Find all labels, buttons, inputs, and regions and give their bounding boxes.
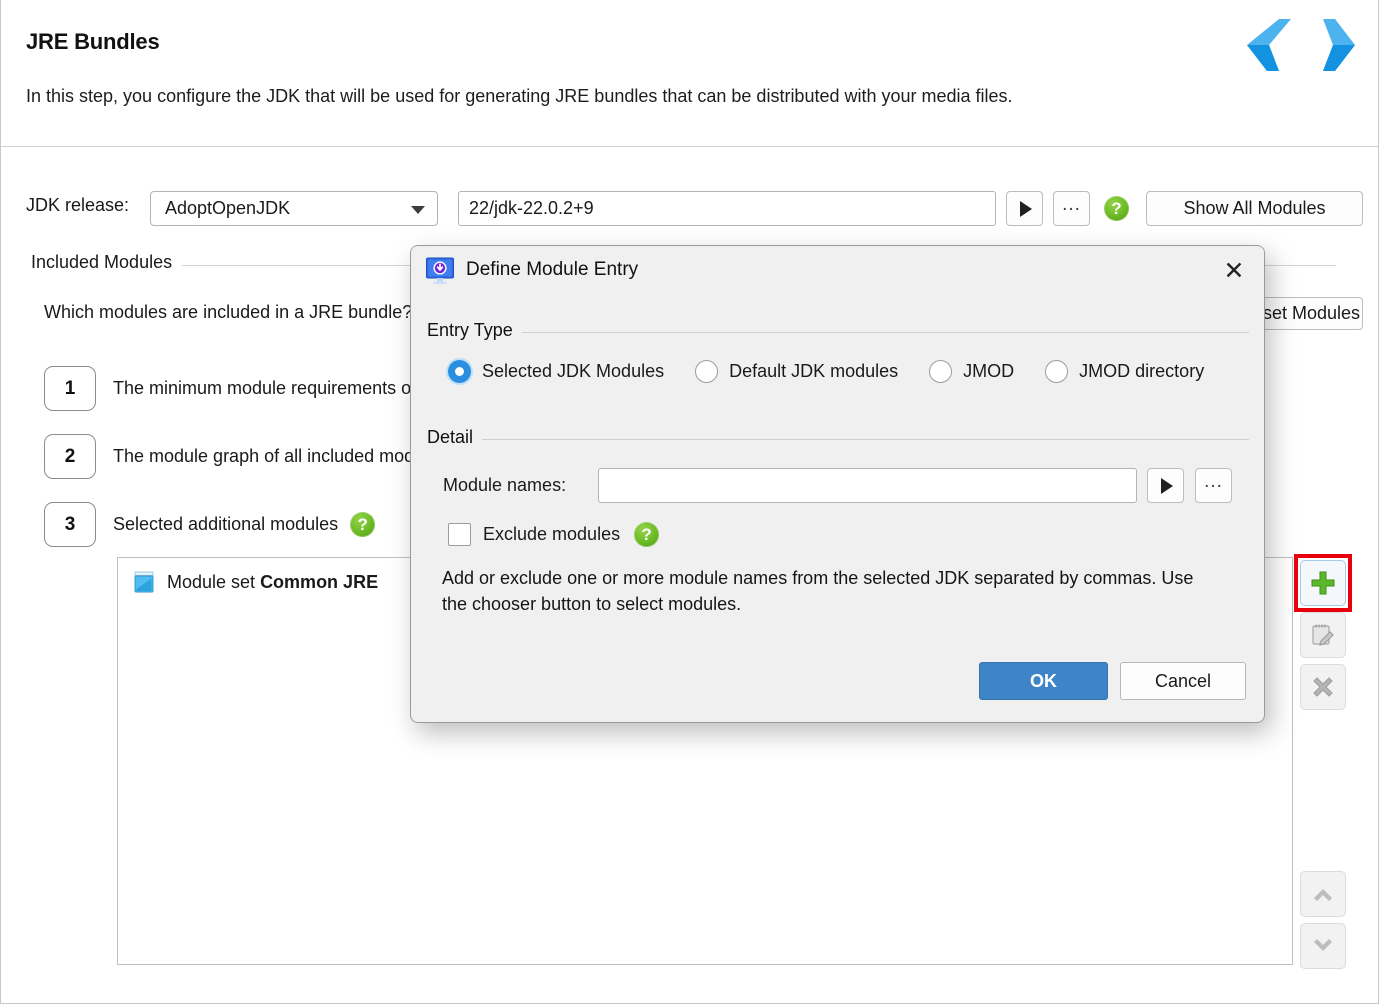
entry-type-radio-group: Selected JDK Modules Default JDK modules… (448, 360, 1235, 383)
jdk-release-row: JDK release: AdoptOpenJDK ... ? Show All… (1, 147, 1378, 226)
page-subtitle: In this step, you configure the JDK that… (26, 86, 1013, 106)
chevron-right-icon[interactable] (1308, 16, 1356, 74)
step-number-badge: 3 (44, 502, 96, 547)
radio-indicator (1045, 360, 1069, 383)
dialog-title: Define Module Entry (466, 259, 639, 280)
move-up-button[interactable] (1300, 871, 1346, 917)
dialog-titlebar: Define Module Entry ✕ (411, 246, 1264, 298)
radio-label: Selected JDK Modules (482, 361, 665, 381)
detail-divider (427, 439, 1249, 440)
define-module-entry-dialog: Define Module Entry ✕ Entry Type Selecte… (410, 245, 1265, 723)
radio-label: JMOD (963, 361, 1015, 381)
jdk-path-dropdown-button[interactable] (1006, 191, 1043, 226)
plus-icon (1311, 571, 1335, 595)
wizard-header: JRE Bundles In this step, you configure … (1, 0, 1378, 147)
step-number-badge: 2 (44, 434, 96, 479)
list-item[interactable]: Module set Common JRE (132, 570, 378, 594)
entry-type-divider (427, 332, 1249, 333)
module-step-3: 3 Selected additional modules ? (44, 502, 376, 547)
chevron-down-icon (1314, 939, 1332, 951)
jdk-release-selected-value: AdoptOpenJDK (165, 198, 291, 218)
chevron-up-icon (1314, 889, 1332, 901)
radio-label: JMOD directory (1079, 361, 1205, 381)
included-modules-question: Which modules are included in a JRE bund… (44, 302, 413, 322)
move-down-button[interactable] (1300, 923, 1346, 969)
module-names-input[interactable] (598, 468, 1137, 503)
cancel-button[interactable]: Cancel (1120, 662, 1246, 700)
radio-label: Default JDK modules (729, 361, 899, 381)
included-modules-group-title: Included Modules (31, 252, 183, 273)
chevron-left-icon[interactable] (1246, 16, 1294, 74)
entry-type-group-title: Entry Type (427, 320, 522, 341)
radio-indicator (695, 360, 719, 383)
close-icon[interactable]: ✕ (1218, 255, 1250, 287)
radio-indicator (929, 360, 953, 383)
jdk-path-input[interactable] (458, 191, 996, 226)
radio-jmod-directory[interactable]: JMOD directory (1045, 360, 1204, 383)
play-triangle-icon (1020, 200, 1032, 217)
exclude-modules-checkbox[interactable] (448, 523, 471, 546)
ellipsis-icon: ... (1062, 193, 1081, 215)
module-step-2: 2 The module graph of all included modul… (44, 434, 447, 479)
radio-indicator (448, 360, 471, 383)
wizard-panel: JRE Bundles In this step, you configure … (0, 0, 1379, 1004)
step-text: The module graph of all included modules (113, 446, 448, 466)
dialog-button-bar: OK Cancel (979, 662, 1246, 700)
jdk-release-select[interactable]: AdoptOpenJDK (150, 191, 438, 226)
radio-default-jdk-modules[interactable]: Default JDK modules (695, 360, 898, 383)
step-text: Selected additional modules (113, 514, 339, 534)
module-names-chooser-button[interactable]: ... (1195, 468, 1232, 503)
wizard-navigation (1246, 16, 1356, 74)
jdk-path-browse-button[interactable]: ... (1053, 191, 1090, 226)
list-toolbar (1300, 560, 1346, 969)
exclude-modules-label: Exclude modules (483, 524, 621, 544)
play-triangle-icon (1161, 477, 1173, 494)
additional-modules-help-icon[interactable]: ? (350, 512, 376, 537)
page-title: JRE Bundles (26, 29, 160, 54)
jdk-release-label: JDK release: (26, 195, 130, 215)
radio-selected-jdk-modules[interactable]: Selected JDK Modules (448, 360, 664, 383)
step-number-badge: 1 (44, 366, 96, 411)
package-icon (134, 571, 154, 593)
monitor-download-icon (426, 257, 454, 285)
list-item-label: Module set Common JRE (167, 571, 379, 592)
jdk-release-help-icon[interactable]: ? (1104, 196, 1129, 221)
edit-entry-button[interactable] (1300, 612, 1346, 658)
exclude-modules-row: Exclude modules ? (448, 522, 660, 547)
ok-button[interactable]: OK (979, 662, 1108, 700)
show-all-modules-button[interactable]: Show All Modules (1146, 191, 1363, 226)
chevron-down-icon (411, 206, 425, 214)
module-names-dropdown-button[interactable] (1147, 468, 1184, 503)
dialog-description: Add or exclude one or more module names … (442, 568, 1194, 614)
x-cross-icon (1313, 677, 1333, 697)
edit-pencil-icon (1312, 624, 1334, 646)
exclude-modules-help-icon[interactable]: ? (634, 522, 660, 547)
add-entry-button[interactable] (1300, 560, 1346, 606)
radio-jmod[interactable]: JMOD (929, 360, 1014, 383)
remove-entry-button[interactable] (1300, 664, 1346, 710)
detail-group-title: Detail (427, 427, 483, 448)
module-names-label: Module names: (443, 475, 567, 495)
ellipsis-icon: ... (1204, 470, 1223, 492)
